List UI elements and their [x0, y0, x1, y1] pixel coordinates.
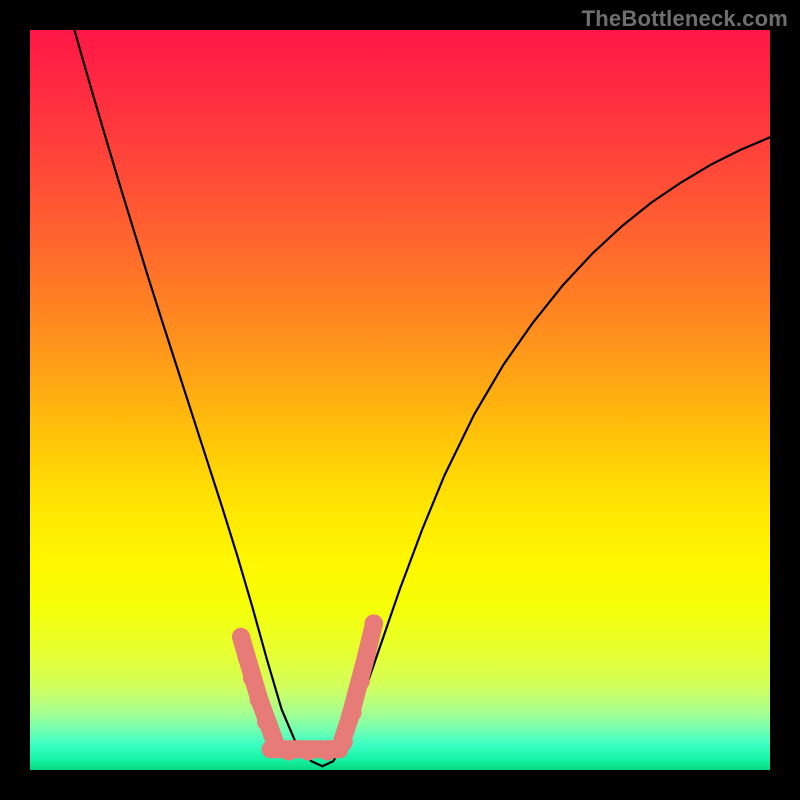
- highlight-dot: [250, 691, 268, 709]
- watermark-text: TheBottleneck.com: [582, 6, 788, 32]
- highlight-dot: [243, 669, 261, 687]
- highlight-dot: [358, 643, 376, 661]
- highlight-dot: [364, 615, 382, 633]
- highlight-dot: [299, 743, 317, 761]
- highlight-dot: [280, 743, 298, 761]
- highlight-dot: [238, 649, 256, 667]
- plot-area: [30, 30, 770, 770]
- highlight-dot: [257, 713, 275, 731]
- highlight-dot: [344, 703, 362, 721]
- highlight-dot: [319, 743, 337, 761]
- highlight-overlay: [30, 30, 770, 770]
- highlight-dot: [233, 629, 251, 647]
- chart-frame: TheBottleneck.com: [0, 0, 800, 800]
- highlight-dot: [335, 733, 353, 751]
- highlight-dot: [352, 672, 370, 690]
